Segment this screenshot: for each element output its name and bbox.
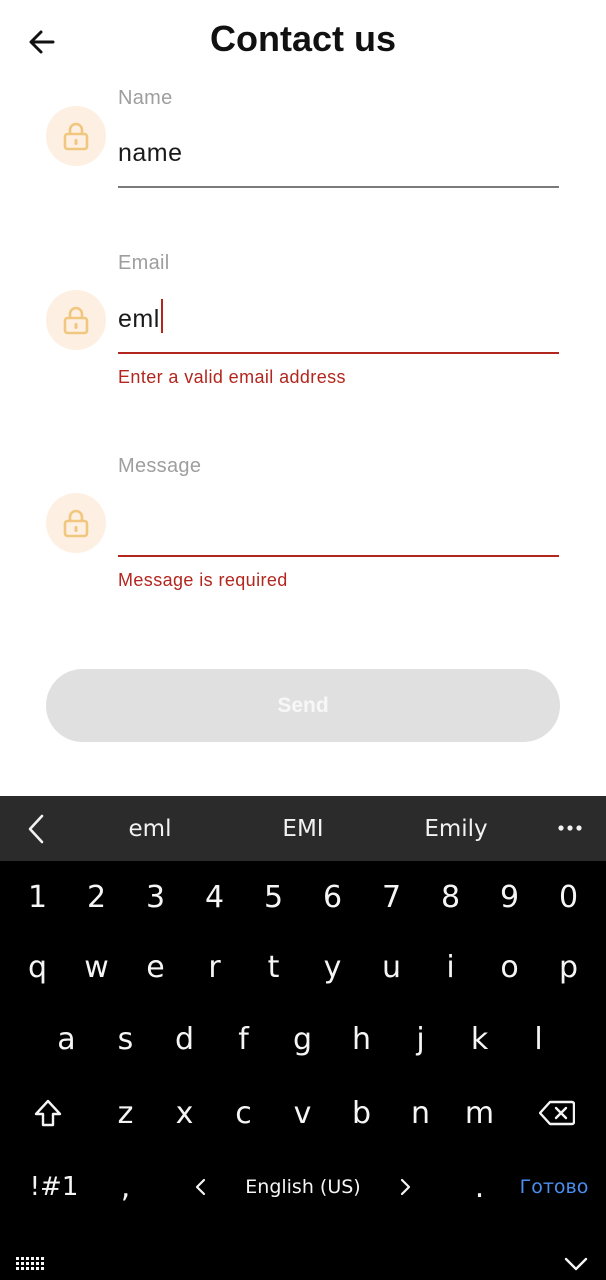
suggestion-bar: eml EMI Emily: [0, 796, 606, 861]
suggestion-3[interactable]: Emily: [386, 796, 526, 861]
send-button[interactable]: Send: [46, 669, 560, 742]
chevron-right-icon: [400, 1178, 411, 1196]
key-9[interactable]: 9: [480, 866, 539, 928]
name-label: Name: [118, 87, 173, 109]
hide-keyboard-button[interactable]: [556, 1251, 596, 1277]
key-y[interactable]: y: [303, 934, 362, 1000]
key-u[interactable]: u: [362, 934, 421, 1000]
key-2[interactable]: 2: [67, 866, 126, 928]
soft-keyboard: eml EMI Emily 1 2 3 4 5 6 7 8 9 0 q w e …: [0, 796, 606, 1280]
suggestion-collapse-button[interactable]: [22, 812, 50, 846]
chevron-down-icon: [564, 1257, 588, 1271]
email-label: Email: [118, 252, 170, 274]
key-3[interactable]: 3: [126, 866, 185, 928]
key-i[interactable]: i: [421, 934, 480, 1000]
key-6[interactable]: 6: [303, 866, 362, 928]
space-key[interactable]: English (US): [220, 1154, 386, 1220]
message-underline: [118, 555, 559, 557]
key-x[interactable]: x: [155, 1080, 214, 1146]
email-input[interactable]: eml: [118, 296, 559, 342]
key-n[interactable]: n: [391, 1080, 450, 1146]
backspace-key[interactable]: [524, 1080, 590, 1146]
key-0[interactable]: 0: [539, 866, 598, 928]
more-options-icon[interactable]: [556, 816, 584, 840]
language-prev-button[interactable]: [180, 1154, 220, 1220]
key-o[interactable]: o: [480, 934, 539, 1000]
shift-key[interactable]: [18, 1080, 78, 1146]
key-z[interactable]: z: [96, 1080, 155, 1146]
chevron-left-icon: [195, 1178, 206, 1196]
shift-icon: [34, 1099, 62, 1127]
key-f[interactable]: f: [214, 1006, 273, 1072]
key-c[interactable]: c: [214, 1080, 273, 1146]
name-input[interactable]: name: [118, 130, 559, 176]
key-5[interactable]: 5: [244, 866, 303, 928]
key-v[interactable]: v: [273, 1080, 332, 1146]
key-k[interactable]: k: [450, 1006, 509, 1072]
email-underline: [118, 352, 559, 354]
app-header: Contact us: [0, 0, 606, 84]
comma-key[interactable]: ,: [96, 1154, 155, 1220]
key-g[interactable]: g: [273, 1006, 332, 1072]
language-next-button[interactable]: [386, 1154, 426, 1220]
key-4[interactable]: 4: [185, 866, 244, 928]
key-7[interactable]: 7: [362, 866, 421, 928]
key-w[interactable]: w: [67, 934, 126, 1000]
keyboard-switch-button[interactable]: [10, 1251, 50, 1277]
done-key[interactable]: Готово: [512, 1154, 596, 1220]
page-title: Contact us: [209, 18, 396, 59]
key-p[interactable]: p: [539, 934, 598, 1000]
message-input[interactable]: [118, 500, 559, 546]
key-d[interactable]: d: [155, 1006, 214, 1072]
key-a[interactable]: a: [37, 1006, 96, 1072]
suggestion-1[interactable]: eml: [80, 796, 220, 861]
key-l[interactable]: l: [509, 1006, 568, 1072]
message-error-text: Message is required: [118, 570, 288, 590]
chevron-left-icon: [28, 814, 44, 844]
name-input-value: name: [118, 138, 183, 167]
key-j[interactable]: j: [391, 1006, 450, 1072]
symbols-key[interactable]: !#1: [14, 1154, 94, 1220]
key-h[interactable]: h: [332, 1006, 391, 1072]
key-e[interactable]: e: [126, 934, 185, 1000]
text-caret: [160, 299, 164, 333]
key-r[interactable]: r: [185, 934, 244, 1000]
period-key[interactable]: .: [450, 1154, 509, 1220]
key-8[interactable]: 8: [421, 866, 480, 928]
suggestion-2[interactable]: EMI: [233, 796, 373, 861]
backspace-icon: [539, 1100, 575, 1126]
message-label: Message: [118, 455, 202, 477]
key-m[interactable]: m: [450, 1080, 509, 1146]
key-t[interactable]: t: [244, 934, 303, 1000]
key-s[interactable]: s: [96, 1006, 155, 1072]
key-b[interactable]: b: [332, 1080, 391, 1146]
email-error-text: Enter a valid email address: [118, 367, 346, 387]
lock-icon: [46, 106, 106, 166]
name-underline: [118, 186, 559, 188]
lock-icon: [46, 493, 106, 553]
email-input-value: eml: [118, 304, 160, 333]
key-q[interactable]: q: [8, 934, 67, 1000]
keyboard-grid-icon: [16, 1257, 44, 1270]
lock-icon: [46, 290, 106, 350]
key-1[interactable]: 1: [8, 866, 67, 928]
